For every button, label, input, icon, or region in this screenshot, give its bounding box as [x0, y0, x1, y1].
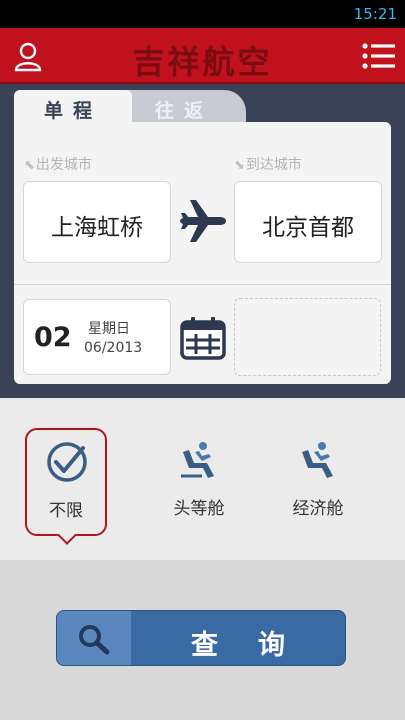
- check-circle-icon: [47, 442, 87, 482]
- tab-one-way[interactable]: 单程: [14, 90, 132, 126]
- date-month-year: 06/2013: [84, 340, 143, 356]
- departure-label: ⬉出发城市: [24, 157, 92, 173]
- calendar-icon[interactable]: [180, 316, 226, 360]
- arrow-down-right-icon: ⬊: [234, 158, 245, 173]
- cabin-class-any[interactable]: 不限: [25, 428, 107, 536]
- cabin-class-label: 不限: [49, 501, 83, 521]
- return-date-field[interactable]: [234, 298, 381, 376]
- search-button[interactable]: 查询: [56, 610, 346, 666]
- cabin-class-economy[interactable]: 经济舱: [277, 428, 359, 536]
- arrival-city-field[interactable]: 北京首都: [234, 181, 382, 263]
- date-weekday: 星期日: [88, 321, 130, 337]
- airplane-icon[interactable]: [178, 196, 228, 246]
- app-header: 吉祥航空: [0, 28, 405, 84]
- tab-round-trip[interactable]: 往返: [122, 90, 246, 126]
- seat-icon: [302, 442, 333, 478]
- menu-icon[interactable]: [361, 42, 395, 70]
- arrow-up-left-icon: ⬉: [24, 158, 35, 173]
- status-bar: 15:21: [0, 0, 405, 28]
- departure-city-field[interactable]: 上海虹桥: [23, 181, 171, 263]
- search-icon-area: [57, 611, 131, 665]
- departure-date-field[interactable]: 02 星期日 06/2013: [23, 299, 171, 375]
- search-icon: [79, 625, 110, 655]
- date-day: 02: [34, 322, 72, 353]
- seat-icon: [181, 442, 214, 478]
- cabin-class-label: 经济舱: [292, 499, 344, 519]
- app-title: 吉祥航空: [132, 43, 273, 81]
- status-time: 15:21: [353, 5, 397, 23]
- search-button-label: 查询: [191, 630, 325, 661]
- arrival-label: ⬊到达城市: [234, 157, 302, 173]
- cabin-class-label: 头等舱: [173, 499, 225, 519]
- divider: [14, 284, 391, 285]
- cabin-class-first[interactable]: 头等舱: [158, 428, 240, 536]
